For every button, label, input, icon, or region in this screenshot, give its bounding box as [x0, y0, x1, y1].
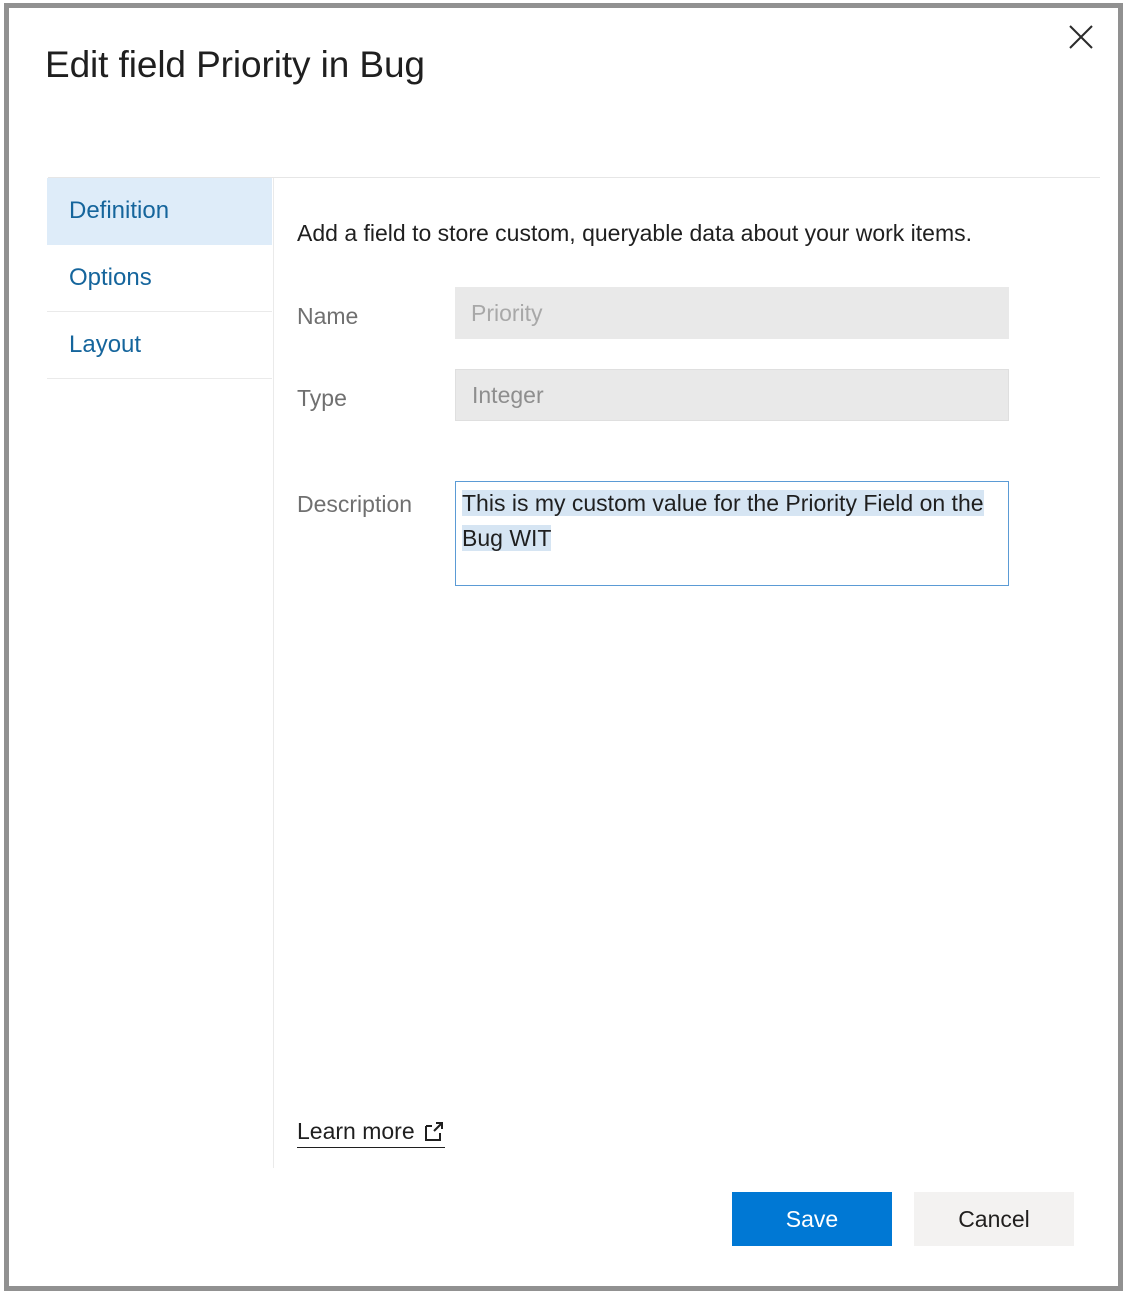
page-title: Edit field Priority in Bug: [45, 44, 425, 86]
external-link-icon: [423, 1121, 445, 1143]
sidebar-item-label: Definition: [69, 197, 169, 225]
description-text: This is my custom value for the Priority…: [462, 486, 1002, 556]
learn-more-label: Learn more: [297, 1118, 415, 1145]
definition-panel: Add a field to store custom, queryable d…: [297, 178, 1097, 616]
sidebar-item-label: Options: [69, 264, 152, 292]
description-textarea[interactable]: This is my custom value for the Priority…: [455, 481, 1009, 586]
sidebar-item-label: Layout: [69, 331, 141, 359]
description-value: This is my custom value for the Priority…: [462, 490, 984, 551]
name-label: Name: [297, 287, 455, 330]
dialog-header: Edit field Priority in Bug: [9, 8, 1118, 143]
sidebar-item-layout[interactable]: Layout: [47, 312, 272, 379]
close-icon: [1067, 23, 1095, 51]
sidebar-item-definition[interactable]: Definition: [47, 178, 272, 245]
type-label: Type: [297, 369, 455, 412]
cancel-button[interactable]: Cancel: [914, 1192, 1074, 1246]
pivot-sidebar: Definition Options Layout: [47, 178, 272, 379]
dialog-footer: Save Cancel: [732, 1192, 1074, 1246]
save-button[interactable]: Save: [732, 1192, 892, 1246]
name-input: Priority: [455, 287, 1009, 339]
panel-intro-text: Add a field to store custom, queryable d…: [297, 220, 1097, 247]
sidebar-content-divider: [273, 178, 274, 1168]
edit-field-dialog: Edit field Priority in Bug Definition Op…: [4, 3, 1123, 1291]
form-row-description: Description This is my custom value for …: [297, 481, 1097, 586]
learn-more-link[interactable]: Learn more: [297, 1118, 445, 1148]
field-form: Name Priority Type Integer Description T…: [297, 287, 1097, 586]
form-row-name: Name Priority: [297, 287, 1097, 339]
dialog-body: Definition Options Layout Add a field to…: [9, 178, 1118, 1286]
description-label: Description: [297, 481, 455, 518]
form-row-type: Type Integer: [297, 369, 1097, 421]
type-input: Integer: [455, 369, 1009, 421]
close-button[interactable]: [1058, 14, 1104, 60]
sidebar-item-options[interactable]: Options: [47, 245, 272, 312]
